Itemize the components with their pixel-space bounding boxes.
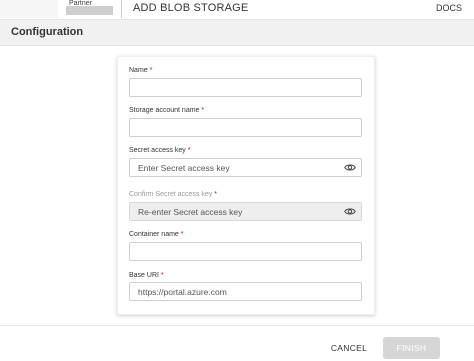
required-mark: *	[160, 272, 164, 279]
confirm-secret-key-label-text: Confirm Secret access key	[129, 191, 213, 198]
secret-key-placeholder: Enter Secret access key	[138, 163, 230, 173]
secret-key-input[interactable]: Enter Secret access key	[129, 158, 362, 177]
base-uri-input[interactable]: https://portal.azure.com	[129, 282, 362, 301]
base-uri-value: https://portal.azure.com	[138, 287, 227, 297]
partner-name-placeholder	[66, 6, 113, 15]
cancel-button[interactable]: CANCEL	[326, 340, 372, 357]
container-name-label: Container name *	[129, 231, 184, 238]
confirm-secret-key-placeholder: Re-enter Secret access key	[138, 207, 243, 217]
required-mark: *	[214, 191, 217, 198]
container-name-label-text: Container name	[129, 231, 179, 238]
storage-account-label-text: Storage account name	[129, 107, 200, 114]
confirm-secret-key-label: Confirm Secret access key *	[129, 191, 217, 198]
page-title: ADD BLOB STORAGE	[133, 2, 249, 14]
required-mark: *	[180, 231, 184, 238]
logo[interactable]	[0, 0, 58, 18]
name-input[interactable]	[129, 78, 362, 97]
storage-account-input[interactable]	[129, 118, 362, 137]
required-mark: *	[201, 107, 205, 114]
required-mark: *	[187, 147, 191, 154]
storage-account-label: Storage account name *	[129, 107, 204, 114]
section-title: Configuration	[11, 26, 84, 38]
footer-divider	[0, 325, 474, 326]
eye-icon[interactable]	[344, 163, 356, 172]
container-name-input[interactable]	[129, 242, 362, 261]
confirm-secret-key-input: Re-enter Secret access key	[129, 202, 362, 221]
name-label-text: Name	[129, 67, 148, 74]
secret-key-label-text: Secret access key	[129, 147, 186, 154]
base-uri-label-text: Base URI	[129, 272, 159, 279]
section-header: Configuration	[0, 20, 474, 46]
top-bar: Partner ADD BLOB STORAGE DOCS	[0, 0, 474, 20]
header-divider	[121, 0, 122, 18]
base-uri-label: Base URI *	[129, 272, 164, 279]
finish-button[interactable]: FINISH	[383, 337, 440, 359]
eye-icon[interactable]	[344, 207, 356, 216]
secret-key-label: Secret access key *	[129, 147, 191, 154]
name-label: Name *	[129, 67, 152, 74]
required-mark: *	[149, 67, 153, 74]
configuration-form: Name * Storage account name * Secret acc…	[117, 56, 375, 315]
docs-link[interactable]: DOCS	[436, 3, 462, 13]
